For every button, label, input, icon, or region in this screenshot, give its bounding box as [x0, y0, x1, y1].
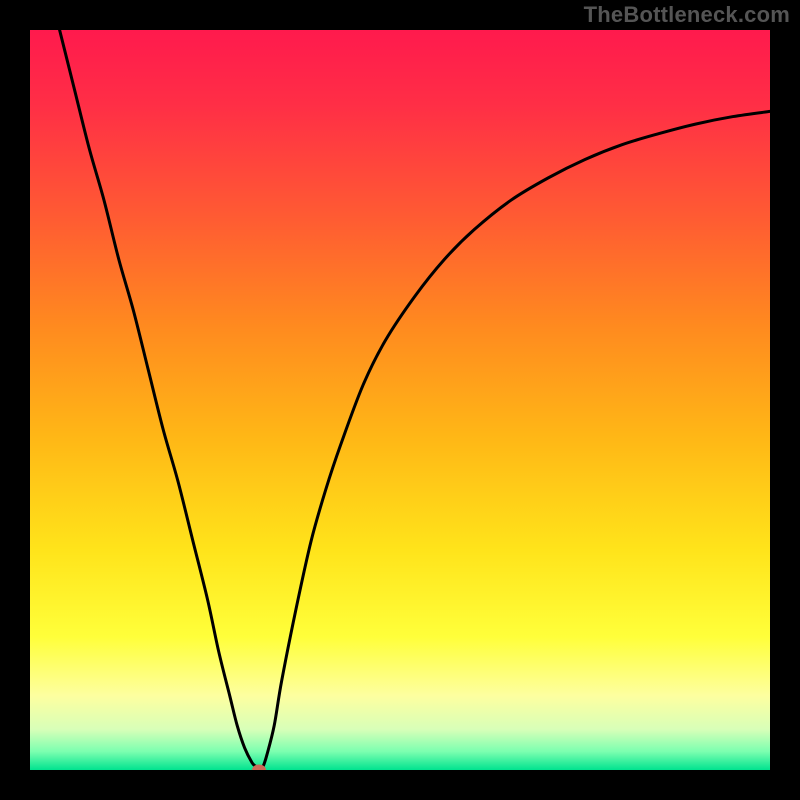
bottleneck-curve: [30, 30, 770, 770]
watermark-text: TheBottleneck.com: [584, 2, 790, 28]
optimal-point-marker: [252, 765, 266, 771]
plot-area: [30, 30, 770, 770]
chart-frame: TheBottleneck.com: [0, 0, 800, 800]
